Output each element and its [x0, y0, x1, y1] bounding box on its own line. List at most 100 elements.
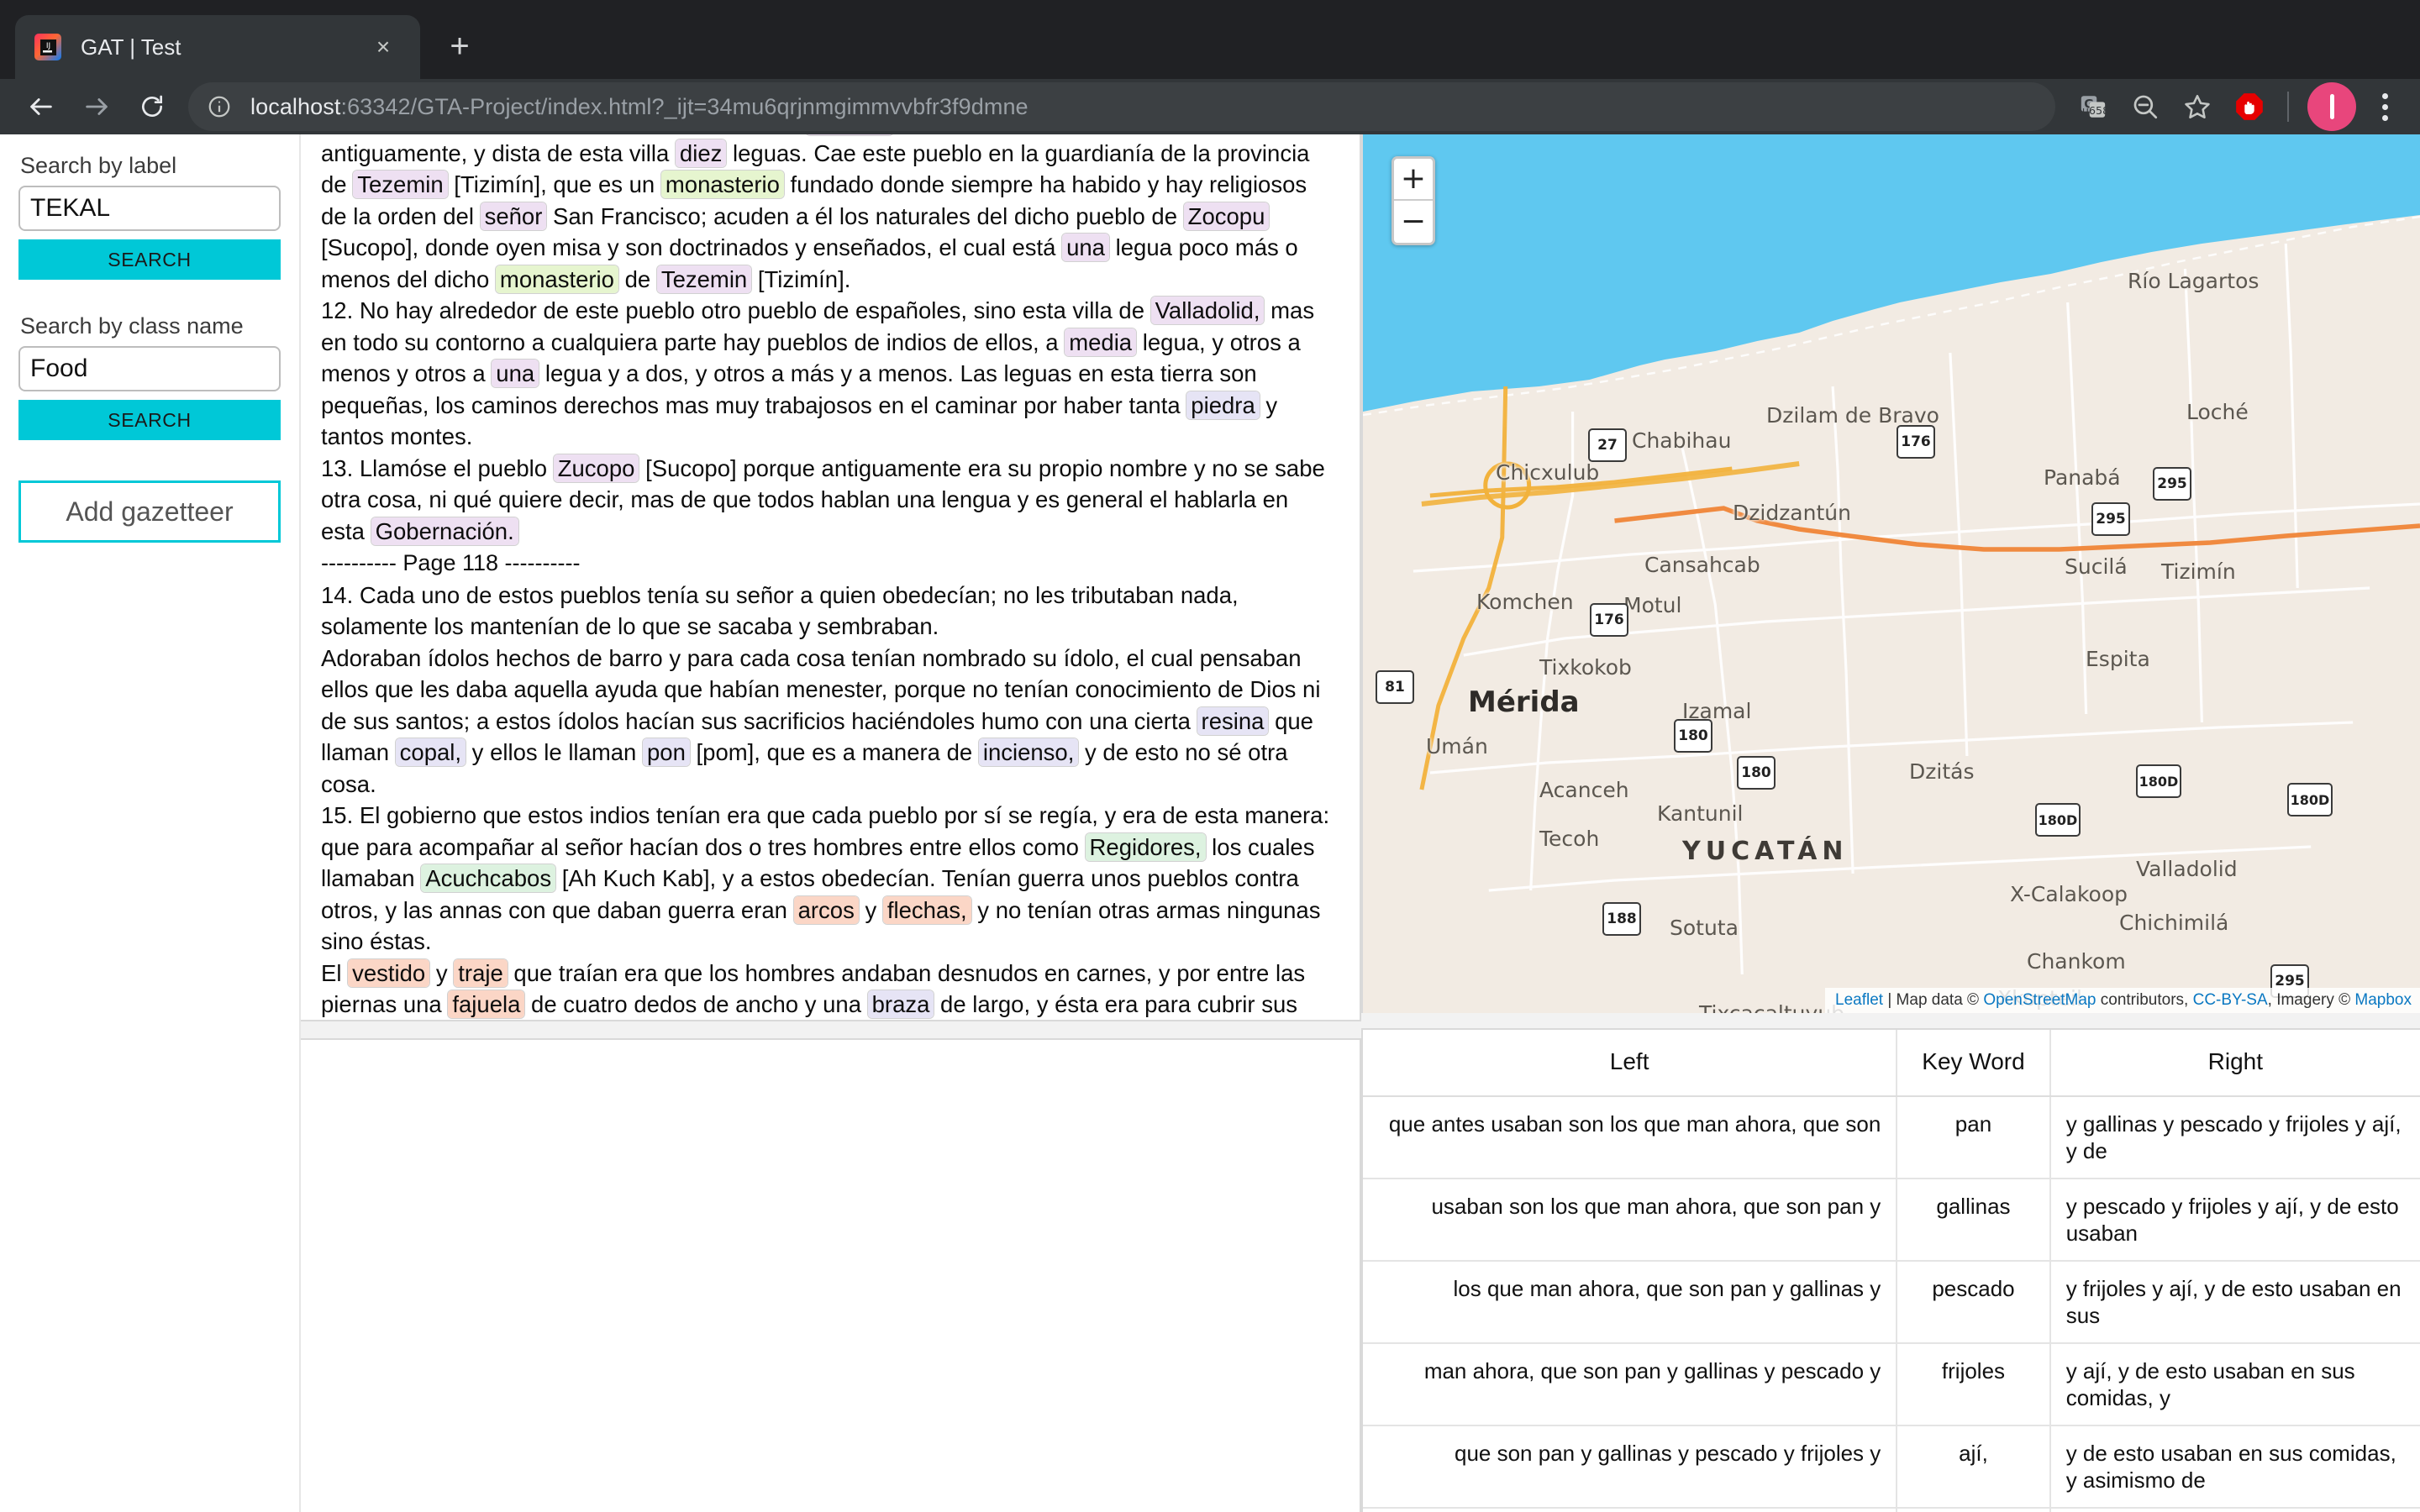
map-attribution: Leaflet | Map data © OpenStreetMap contr…	[1825, 988, 2420, 1013]
search-label-input[interactable]	[18, 186, 281, 231]
map-place-label: Cansahcab	[1644, 553, 1760, 577]
text-paragraph-p14b: Adoraban ídolos hechos de barro y para c…	[321, 644, 1321, 797]
kwic-table-panel: Left Key Word Right que antes usaban son…	[1361, 1028, 2420, 1512]
annotation-place[interactable]: Zocopu	[1183, 202, 1270, 230]
kwic-cell-keyword: pan	[1897, 1096, 2051, 1179]
text-paragraph-p13: 13. Llamóse el pueblo Zucopo [Sucopo] po…	[321, 454, 1325, 545]
annotation-cloth[interactable]: fajuela	[448, 990, 525, 1018]
page-break-marker: ---------- Page 118 ----------	[321, 550, 581, 575]
map-place-label: Motul	[1623, 593, 1682, 617]
bookmark-star-icon[interactable]	[2171, 81, 2223, 133]
map-place-label: Tixkokob	[1539, 655, 1632, 680]
table-row[interactable]: los que man ahora, que son pan y gallina…	[1363, 1261, 2420, 1344]
back-icon[interactable]	[13, 79, 69, 134]
table-row[interactable]: que antes usaban son los que man ahora, …	[1363, 1096, 2420, 1179]
intellij-idea-icon: IJ	[34, 33, 62, 61]
zoom-in-button[interactable]: +	[1394, 159, 1433, 201]
address-bar[interactable]: localhost:63342/GTA-Project/index.html?_…	[188, 82, 2055, 131]
annotated-text-panel[interactable]: 11. El pueblo de mi encomienda se ha lla…	[301, 134, 1361, 1021]
annotation-place[interactable]: Tezemin	[656, 265, 752, 293]
kwic-cell-right: de que hacen el pan hacen pozol y tol [a…	[2049, 1508, 2420, 1512]
map-place-label: Umán	[1426, 734, 1488, 759]
annotation-place[interactable]: una	[1062, 234, 1109, 261]
map-route-shield-icon: 295	[2091, 502, 2130, 536]
kwic-cell-right: y de esto usaban en sus comidas, y asimi…	[2049, 1425, 2420, 1509]
search-class-input[interactable]	[18, 346, 281, 391]
annotation-place[interactable]: Valladolid,	[1150, 297, 1265, 324]
annotation-thing[interactable]: incienso,	[978, 738, 1079, 766]
right-column: + − Río Lagartos Dzilam de Bravo Loché Chab…	[1361, 134, 2420, 1512]
map-route-shield-icon: 188	[1602, 902, 1641, 936]
reload-icon[interactable]	[124, 79, 180, 134]
url-host: localhost	[250, 93, 341, 119]
cc-by-sa-link[interactable]: CC-BY-SA	[2193, 991, 2268, 1009]
annotation-place[interactable]: media	[1065, 328, 1137, 356]
map-place-label: Kantunil	[1657, 801, 1744, 826]
search-class-button[interactable]: SEARCH	[18, 400, 281, 440]
map-route-shield-icon: 81	[1376, 670, 1414, 704]
leaflet-link[interactable]: Leaflet	[1835, 991, 1883, 1009]
zoom-out-button[interactable]: −	[1394, 201, 1433, 243]
annotation-thing[interactable]: braza	[867, 990, 934, 1018]
annotation-place[interactable]: Zucopo	[553, 454, 639, 482]
sidebar: Search by label SEARCH Search by class n…	[0, 134, 301, 1512]
browser-tab[interactable]: IJ GAT | Test ×	[15, 15, 420, 79]
map-place-label: Chichimilá	[2119, 911, 2229, 935]
annotation-person[interactable]: Regidores,	[1085, 832, 1206, 861]
zoom-out-icon[interactable]	[2119, 81, 2171, 133]
kwic-cell-left: usaban son los que man ahora, que son pa…	[1363, 1179, 1898, 1262]
map-place-label: Tixcacaltuyub	[1699, 1001, 1844, 1013]
kwic-cell-right: y frijoles y ají, y de esto usaban en su…	[2049, 1261, 2420, 1344]
close-icon[interactable]: ×	[365, 29, 402, 66]
annotation-place[interactable]: señor	[480, 202, 547, 230]
table-row[interactable]: que son pan y gallinas y pescado y frijo…	[1363, 1425, 2420, 1509]
translate-icon[interactable]: G\u6587	[2067, 81, 2119, 133]
search-by-class-label: Search by class name	[20, 313, 244, 339]
adblock-icon[interactable]	[2223, 81, 2275, 133]
profile-avatar[interactable]	[2307, 82, 2356, 131]
annotation-place[interactable]: una	[492, 360, 539, 387]
kwic-col-left[interactable]: Left	[1363, 1030, 1898, 1097]
new-tab-button[interactable]: +	[434, 20, 486, 72]
browser-chrome: IJ GAT | Test × + localhost:63342/GTA-Pr…	[0, 0, 2420, 134]
annotation-cloth[interactable]: vestido	[348, 958, 430, 987]
annotation-place[interactable]: Sucopo	[806, 134, 893, 135]
annotation-person[interactable]: Acuchcabos	[421, 864, 556, 892]
toolbar-divider	[2287, 92, 2289, 122]
annotation-build[interactable]: monasterio	[495, 265, 618, 293]
mapbox-link[interactable]: Mapbox	[2354, 991, 2412, 1009]
map-place-label: Tecoh	[1539, 827, 1600, 851]
kwic-cell-right: y pescado y frijoles y ají, y de esto us…	[2049, 1179, 2420, 1262]
annotation-cloth[interactable]: arcos	[793, 895, 859, 924]
kwic-cell-keyword: gallinas	[1897, 1179, 2051, 1262]
map-place-label: Tizimín	[2161, 559, 2236, 584]
search-label-button[interactable]: SEARCH	[18, 239, 281, 280]
forward-icon[interactable]	[69, 79, 124, 134]
map-route-shield-icon: 176	[1897, 425, 1935, 459]
leaflet-map[interactable]: + − Río Lagartos Dzilam de Bravo Loché Chab…	[1361, 134, 2420, 1013]
annotation-thing[interactable]: copal,	[395, 738, 466, 766]
kwic-col-right[interactable]: Right	[2049, 1030, 2420, 1097]
table-row[interactable]: de esto usaban en sus comidas, y asimism…	[1363, 1508, 2420, 1512]
annotation-place[interactable]: diez	[675, 139, 727, 167]
annotation-thing[interactable]: piedra	[1186, 391, 1260, 419]
table-row[interactable]: usaban son los que man ahora, que son pa…	[1363, 1179, 2420, 1262]
map-route-shield-icon: 180D	[2287, 783, 2333, 816]
browser-menu-icon[interactable]	[2363, 81, 2407, 133]
kwic-col-key[interactable]: Key Word	[1897, 1030, 2051, 1097]
openstreetmap-link[interactable]: OpenStreetMap	[1983, 991, 2096, 1009]
table-row[interactable]: man ahora, que son pan y gallinas y pesc…	[1363, 1343, 2420, 1426]
kwic-table-body: que antes usaban son los que man ahora, …	[1363, 1096, 2420, 1512]
site-info-icon[interactable]	[207, 94, 240, 119]
annotation-thing[interactable]: resina	[1197, 706, 1269, 735]
map-place-label: Sotuta	[1670, 916, 1739, 940]
annotation-place[interactable]: Tezemin	[353, 171, 448, 198]
annotation-cloth[interactable]: flechas,	[882, 895, 971, 924]
map-zoom-controls[interactable]: + −	[1392, 156, 1435, 245]
annotation-build[interactable]: monasterio	[660, 171, 784, 198]
map-route-shield-icon: 176	[1590, 603, 1628, 637]
annotation-thing[interactable]: pon	[642, 738, 690, 766]
annotation-cloth[interactable]: traje	[454, 958, 508, 987]
annotation-place[interactable]: Gobernación.	[371, 517, 518, 545]
add-gazetteer-button[interactable]: Add gazetteer	[18, 480, 281, 543]
